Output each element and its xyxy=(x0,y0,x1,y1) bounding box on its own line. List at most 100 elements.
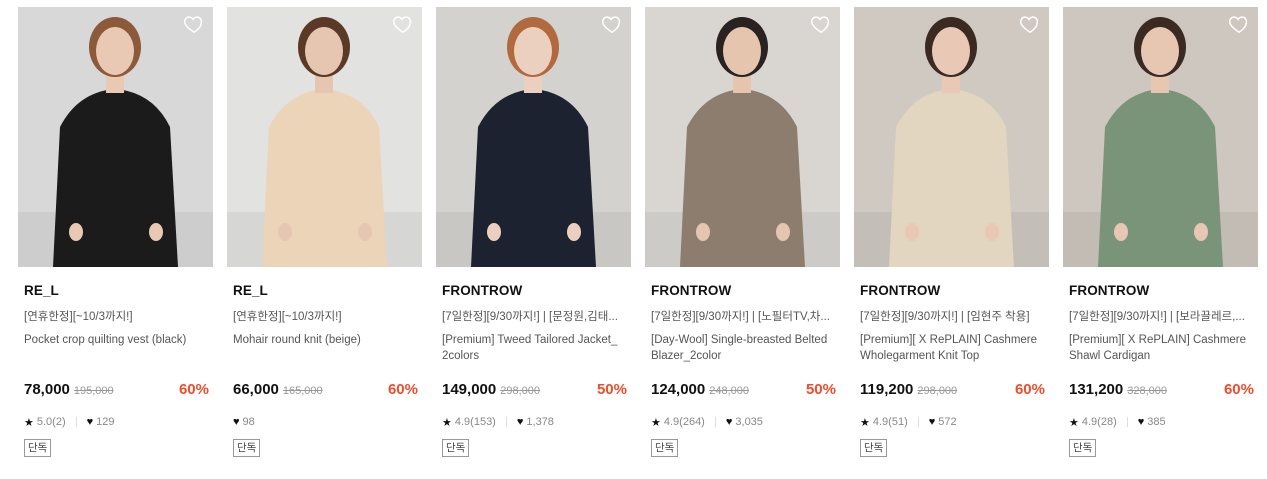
product-card[interactable]: RE_L [연휴한정][~10/3까지!] Mohair round knit … xyxy=(227,7,422,467)
product-brand[interactable]: RE_L xyxy=(24,283,59,298)
model-garment xyxy=(1098,89,1223,267)
model-hand xyxy=(696,223,710,241)
product-promo[interactable]: [연휴한정][~10/3까지!] xyxy=(24,308,209,324)
product-brand[interactable]: FRONTROW xyxy=(651,283,731,298)
product-image[interactable] xyxy=(854,7,1049,267)
exclusive-badge: 단독 xyxy=(1069,439,1097,457)
meta-divider xyxy=(1126,417,1128,427)
meta-divider xyxy=(505,417,507,427)
product-name[interactable]: [Premium][ X RePLAIN] Cashmere Shawl Car… xyxy=(1069,332,1254,364)
heart-filled-icon: ♥ xyxy=(1137,416,1145,428)
star-icon: ★ xyxy=(24,416,34,429)
product-card[interactable]: FRONTROW [7일한정][9/30까지!] | [노필터TV,차... [… xyxy=(645,7,840,467)
product-brand[interactable]: FRONTROW xyxy=(860,283,940,298)
product-photo xyxy=(645,7,840,267)
product-promo[interactable]: [연휴한정][~10/3까지!] xyxy=(233,308,418,324)
product-image[interactable] xyxy=(18,7,213,267)
product-photo xyxy=(18,7,213,267)
product-brand[interactable]: FRONTROW xyxy=(1069,283,1149,298)
heart-filled-icon: ♥ xyxy=(86,416,94,428)
price-row: 124,000 248,000 50% xyxy=(651,381,836,401)
product-name[interactable]: [Premium][ X RePLAIN] Cashmere Wholegarm… xyxy=(860,332,1045,364)
product-promo[interactable]: [7일한정][9/30까지!] | [문정원,김태... xyxy=(442,308,627,324)
product-card[interactable]: FRONTROW [7일한정][9/30까지!] | [보라끌레르,... [P… xyxy=(1063,7,1258,467)
sale-price: 124,000 xyxy=(651,381,706,398)
discount-rate: 60% xyxy=(1014,381,1045,398)
like-count: 385 xyxy=(1147,416,1166,428)
rating-text: 5.0(2) xyxy=(36,416,66,428)
product-promo[interactable]: [7일한정][9/30까지!] | [보라끌레르,... xyxy=(1069,308,1254,324)
discount-rate: 60% xyxy=(387,381,418,398)
product-promo[interactable]: [7일한정][9/30까지!] | [노필터TV,차... xyxy=(651,308,836,324)
star-icon: ★ xyxy=(1069,416,1079,429)
product-photo xyxy=(227,7,422,267)
review-meta: ★ 4.9(153) ♥ 1,378 xyxy=(442,415,554,429)
original-price: 298,000 xyxy=(500,385,540,397)
product-image[interactable] xyxy=(645,7,840,267)
model-garment xyxy=(53,89,178,267)
product-brand[interactable]: FRONTROW xyxy=(442,283,522,298)
product-promo[interactable]: [7일한정][9/30까지!] | [임현주 착용] xyxy=(860,308,1045,324)
product-image[interactable] xyxy=(1063,7,1258,267)
model-hand xyxy=(1114,223,1128,241)
star-icon: ★ xyxy=(860,416,870,429)
product-card[interactable]: FRONTROW [7일한정][9/30까지!] | [문정원,김태... [P… xyxy=(436,7,631,467)
sale-price: 119,200 xyxy=(860,381,914,398)
heart-filled-icon: ♥ xyxy=(233,416,240,428)
price-row: 149,000 298,000 50% xyxy=(442,381,627,401)
sale-price: 149,000 xyxy=(442,381,497,398)
original-price: 298,000 xyxy=(917,385,958,397)
wishlist-heart-icon[interactable] xyxy=(1228,13,1250,35)
heart-filled-icon: ♥ xyxy=(516,416,524,428)
original-price: 165,000 xyxy=(282,385,323,397)
sale-price: 131,200 xyxy=(1069,381,1124,398)
original-price: 328,000 xyxy=(1127,385,1167,397)
discount-rate: 50% xyxy=(596,381,627,398)
product-name[interactable]: [Day-Wool] Single-breasted Belted Blazer… xyxy=(651,332,836,364)
wishlist-heart-icon[interactable] xyxy=(810,13,832,35)
model-hand xyxy=(1194,223,1208,241)
like-count: 572 xyxy=(938,416,957,428)
rating-text: 4.9(264) xyxy=(663,416,705,428)
model-hand xyxy=(149,223,163,241)
like-count: 3,035 xyxy=(735,416,763,428)
model-face xyxy=(96,27,134,75)
product-name[interactable]: Mohair round knit (beige) xyxy=(233,332,418,348)
product-grid: RE_L [연휴한정][~10/3까지!] Pocket crop quilti… xyxy=(0,0,1267,479)
price-row: 119,200 298,000 60% xyxy=(860,381,1045,401)
wishlist-heart-icon[interactable] xyxy=(183,13,205,35)
model-hand xyxy=(69,223,83,241)
product-name[interactable]: Pocket crop quilting vest (black) xyxy=(24,332,209,348)
product-name[interactable]: [Premium] Tweed Tailored Jacket_ 2colors xyxy=(442,332,627,364)
discount-rate: 50% xyxy=(805,381,836,398)
meta-divider xyxy=(75,417,77,427)
review-meta: ★ 4.9(28) ♥ 385 xyxy=(1069,415,1166,429)
model-hand xyxy=(358,223,372,241)
star-icon: ★ xyxy=(651,416,661,429)
product-photo xyxy=(436,7,631,267)
product-brand[interactable]: RE_L xyxy=(233,283,268,298)
exclusive-badge: 단독 xyxy=(651,439,679,457)
model-garment xyxy=(471,89,596,267)
model-hand xyxy=(278,223,292,241)
wishlist-heart-icon[interactable] xyxy=(1019,13,1041,35)
product-image[interactable] xyxy=(227,7,422,267)
model-face xyxy=(1141,27,1179,75)
model-face xyxy=(723,27,761,75)
product-card[interactable]: RE_L [연휴한정][~10/3까지!] Pocket crop quilti… xyxy=(18,7,213,467)
discount-rate: 60% xyxy=(1223,381,1254,398)
rating-text: 4.9(51) xyxy=(872,416,908,428)
like-count: 129 xyxy=(96,416,115,428)
sale-price: 66,000 xyxy=(233,381,279,398)
review-meta: ★ 4.9(264) ♥ 3,035 xyxy=(651,415,763,429)
meta-divider xyxy=(714,417,716,427)
product-card[interactable]: FRONTROW [7일한정][9/30까지!] | [임현주 착용] [Pre… xyxy=(854,7,1049,467)
product-image[interactable] xyxy=(436,7,631,267)
discount-rate: 60% xyxy=(178,381,209,398)
wishlist-heart-icon[interactable] xyxy=(601,13,623,35)
review-meta: ♥ 98 xyxy=(233,415,255,429)
model-garment xyxy=(262,89,387,267)
exclusive-badge: 단독 xyxy=(442,439,470,457)
review-meta: ★ 4.9(51) ♥ 572 xyxy=(860,415,957,429)
wishlist-heart-icon[interactable] xyxy=(392,13,414,35)
